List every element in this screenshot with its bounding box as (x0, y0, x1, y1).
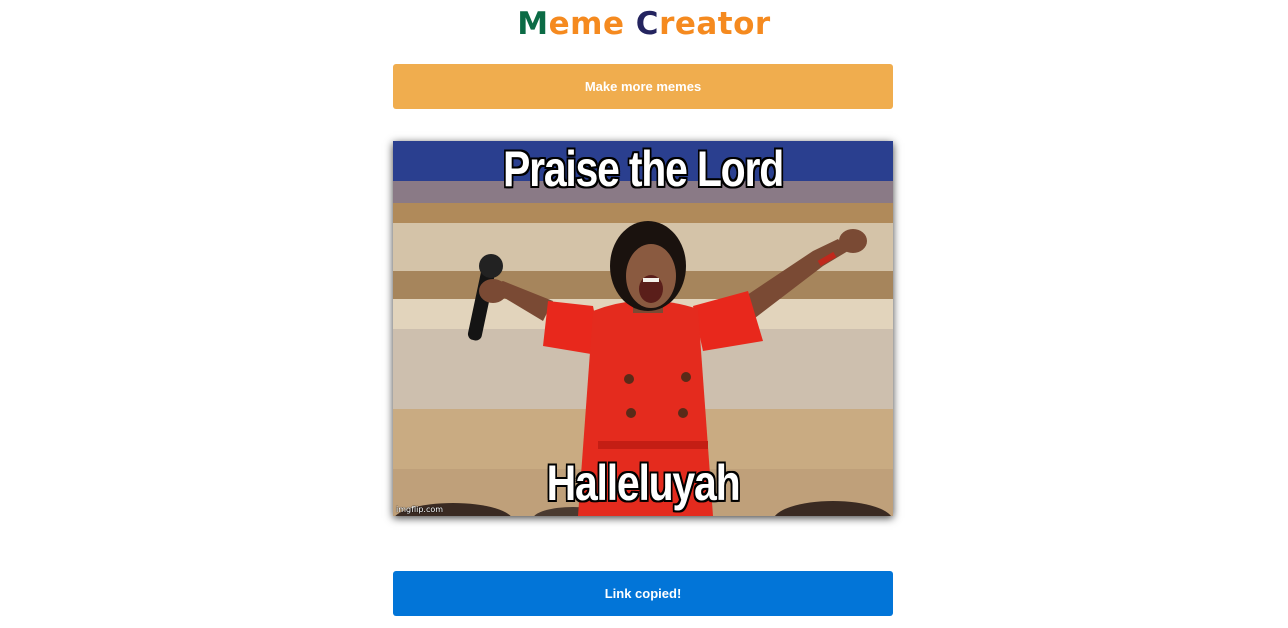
title-rest-eme: eme (548, 6, 625, 42)
meme-watermark: imgflip.com (396, 505, 444, 514)
meme-image: Praise the Lord Halleluyah imgflip.com (393, 141, 893, 516)
meme-bottom-caption: Halleluyah (546, 454, 742, 512)
page-title: Meme Creator (0, 4, 1288, 44)
meme-creator-app: Meme Creator Make more memes Praise the … (0, 0, 1288, 628)
make-more-memes-button[interactable]: Make more memes (393, 64, 893, 109)
meme-top-caption: Praise the Lord (502, 141, 785, 198)
title-initial-m: M (517, 6, 549, 42)
title-initial-c: C (635, 6, 660, 42)
link-copied-button[interactable]: Link copied! (393, 571, 893, 616)
title-rest-reator: reator (659, 6, 771, 42)
